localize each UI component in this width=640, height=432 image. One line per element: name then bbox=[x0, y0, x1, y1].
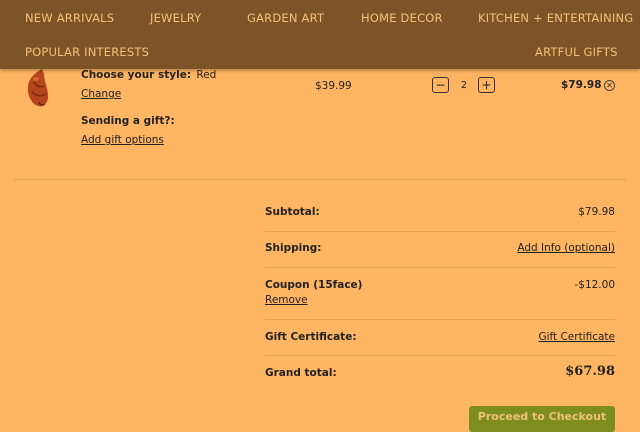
gift-certificate-link[interactable]: Gift Certificate bbox=[538, 331, 615, 343]
shipping-label: Shipping: bbox=[265, 242, 322, 254]
remove-item-button[interactable]: ✕ bbox=[604, 80, 615, 91]
summary-divider bbox=[265, 355, 615, 356]
gift-certificate-label: Gift Certificate: bbox=[265, 331, 357, 343]
coupon-label: Coupon (15face) bbox=[265, 279, 363, 291]
summary-divider bbox=[265, 267, 615, 268]
subtotal-value: $79.98 bbox=[578, 206, 615, 218]
style-row: Choose your style: Red bbox=[81, 69, 216, 81]
close-icon: ✕ bbox=[606, 80, 613, 90]
summary-divider bbox=[265, 231, 615, 232]
quantity-value: 2 bbox=[461, 80, 468, 91]
divider bbox=[14, 179, 626, 180]
unit-price: $39.99 bbox=[315, 80, 352, 92]
add-gift-options-link[interactable]: Add gift options bbox=[81, 134, 164, 146]
increase-quantity-button[interactable]: + bbox=[478, 77, 495, 93]
line-total: $79.98 bbox=[561, 79, 602, 91]
style-value: Red bbox=[196, 69, 217, 81]
plus-icon: + bbox=[481, 78, 492, 92]
decrease-quantity-button[interactable]: − bbox=[432, 77, 449, 93]
nav-new-arrivals[interactable]: NEW ARRIVALS bbox=[25, 11, 114, 25]
nav-jewelry[interactable]: JEWELRY bbox=[150, 11, 201, 25]
summary-divider bbox=[265, 319, 615, 320]
change-style-link[interactable]: Change bbox=[81, 88, 121, 100]
nav-home-decor[interactable]: HOME DECOR bbox=[361, 11, 443, 25]
nav-garden-art[interactable]: GARDEN ART bbox=[247, 11, 324, 25]
coupon-value: -$12.00 bbox=[574, 279, 615, 291]
nav-popular-interests[interactable]: POPULAR INTERESTS bbox=[25, 45, 149, 59]
remove-coupon-link[interactable]: Remove bbox=[265, 294, 308, 306]
grand-total-value: $67.98 bbox=[565, 364, 615, 379]
subtotal-label: Subtotal: bbox=[265, 206, 320, 218]
style-label: Choose your style: bbox=[81, 69, 192, 81]
add-shipping-info-link[interactable]: Add Info (optional) bbox=[517, 242, 615, 254]
nav-artful-gifts[interactable]: ARTFUL GIFTS bbox=[535, 45, 618, 59]
nav-kitchen-entertaining[interactable]: KITCHEN + ENTERTAINING bbox=[478, 11, 633, 25]
minus-icon: − bbox=[435, 78, 446, 92]
gift-label: Sending a gift?: bbox=[81, 115, 175, 127]
grand-total-label: Grand total: bbox=[265, 367, 337, 379]
top-navigation: NEW ARRIVALS JEWELRY GARDEN ART HOME DEC… bbox=[0, 0, 640, 69]
product-thumbnail[interactable] bbox=[22, 68, 56, 108]
proceed-to-checkout-button[interactable]: Proceed to Checkout bbox=[469, 406, 615, 432]
